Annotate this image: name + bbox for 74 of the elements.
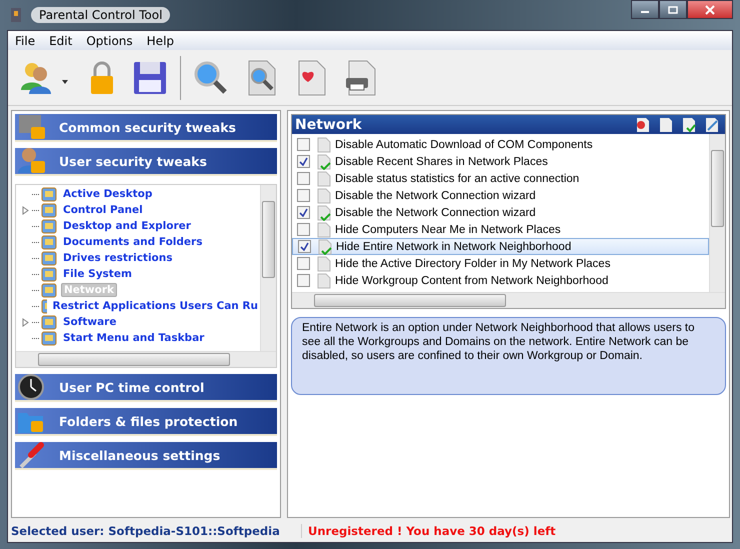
document-add-icon[interactable] xyxy=(636,116,650,132)
item-icon xyxy=(41,186,57,202)
tree-item[interactable]: Software xyxy=(61,316,118,328)
section-header[interactable]: User PC time control xyxy=(15,374,277,402)
checkbox[interactable] xyxy=(297,257,310,270)
checkbox[interactable] xyxy=(297,155,310,168)
section-header[interactable]: Common security tweaks xyxy=(15,114,277,142)
checkbox[interactable] xyxy=(297,138,310,151)
document-icon xyxy=(317,272,331,288)
tree-item[interactable]: Start Menu and Taskbar xyxy=(61,332,206,344)
document-icon xyxy=(318,238,332,254)
document-icon[interactable] xyxy=(659,116,673,132)
menu-item[interactable]: File xyxy=(8,34,42,48)
tree-item[interactable]: Active Desktop xyxy=(61,188,154,200)
selected-user-text: Selected user: Softpedia-S101::Softpedia xyxy=(8,524,302,538)
checkbox[interactable] xyxy=(298,240,311,253)
document-icon xyxy=(317,256,331,272)
item-icon xyxy=(41,234,57,250)
item-icon xyxy=(41,250,57,266)
expand-arrow-icon[interactable] xyxy=(22,206,29,214)
section-header[interactable]: User security tweaks xyxy=(15,148,277,176)
setting-row[interactable]: Hide Computers Near Me in Network Places xyxy=(292,221,709,238)
horizontal-scrollbar[interactable] xyxy=(292,292,725,308)
maximize-button[interactable] xyxy=(659,0,687,19)
tree-item[interactable]: Documents and Folders xyxy=(61,236,204,248)
maximize-icon xyxy=(668,6,678,14)
menu-item[interactable]: Edit xyxy=(42,34,80,48)
checkbox[interactable] xyxy=(297,206,310,219)
menu-item[interactable]: Options xyxy=(79,34,140,48)
app-icon xyxy=(9,7,23,23)
section-header[interactable]: Miscellaneous settings xyxy=(15,442,277,470)
setting-row[interactable]: Disable status statistics for an active connection xyxy=(292,170,709,187)
document-edit-icon[interactable] xyxy=(705,116,719,132)
vertical-scrollbar[interactable] xyxy=(709,134,725,292)
description-text: Entire Network is an option under Network Neighborhood that allows users to see all the Workgroups and Domains on the network. Entire Network can be disabled, so users are confined to their own Workgroup or Domain. xyxy=(291,317,726,395)
checkbox[interactable] xyxy=(297,274,310,287)
clock-icon xyxy=(17,373,47,401)
document-icon xyxy=(317,136,331,152)
checkbox[interactable] xyxy=(297,223,310,236)
window-title: Parental Control Tool xyxy=(31,7,170,23)
setting-row[interactable]: Hide Workgroup Content from Network Neighborhood xyxy=(292,272,709,289)
document-icon xyxy=(317,222,331,238)
tree-item[interactable]: Drives restrictions xyxy=(61,252,174,264)
tree-item[interactable]: Restrict Applications Users Can Ru xyxy=(50,300,260,312)
setting-row[interactable]: Hide Entire Network in Network Neighborhood xyxy=(292,238,709,255)
vertical-scrollbar[interactable] xyxy=(260,185,276,351)
close-icon xyxy=(705,4,715,14)
item-icon xyxy=(41,202,57,218)
close-button[interactable] xyxy=(687,0,733,19)
setting-row[interactable]: Disable the Network Connection wizard xyxy=(292,204,709,221)
checkbox[interactable] xyxy=(297,172,310,185)
document-icon xyxy=(317,154,331,170)
tree-item[interactable]: Control Panel xyxy=(61,204,145,216)
license-status-text: Unregistered ! You have 30 day(s) left xyxy=(307,524,556,538)
item-icon xyxy=(41,218,57,234)
document-icon xyxy=(317,188,331,204)
item-icon xyxy=(41,330,57,346)
setting-row[interactable]: Disable Recent Shares in Network Places xyxy=(292,153,709,170)
tree-item[interactable]: File System xyxy=(61,268,134,280)
document-icon xyxy=(317,170,331,186)
setting-row[interactable]: Disable Automatic Download of COM Components xyxy=(292,136,709,153)
document-check-icon[interactable] xyxy=(682,116,696,132)
setting-row[interactable]: Disable the Network Connection wizard xyxy=(292,187,709,204)
minimize-button[interactable] xyxy=(631,0,659,19)
item-icon xyxy=(41,266,57,282)
checkbox[interactable] xyxy=(297,189,310,202)
horizontal-scrollbar[interactable] xyxy=(16,351,276,367)
tree-item[interactable]: Desktop and Explorer xyxy=(61,220,193,232)
setting-row[interactable]: Hide the Active Directory Folder in My Network Places xyxy=(292,255,709,272)
menu-item[interactable]: Help xyxy=(140,34,182,48)
section-header[interactable]: Folders & files protection xyxy=(15,408,277,436)
expand-arrow-icon[interactable] xyxy=(22,318,29,326)
document-icon xyxy=(317,204,331,220)
panel-title: Network xyxy=(295,116,362,132)
